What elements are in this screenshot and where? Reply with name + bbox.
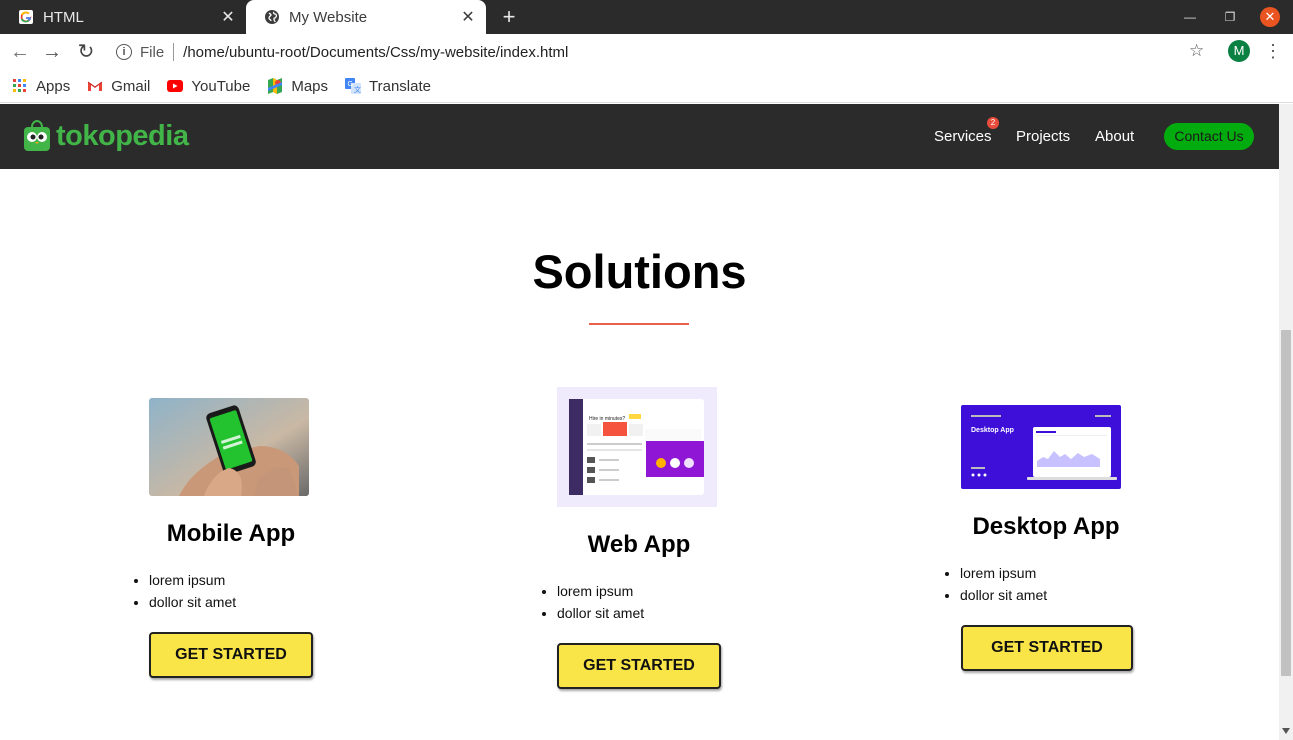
close-tab-icon[interactable]: ✕ bbox=[220, 9, 236, 26]
svg-text:G: G bbox=[348, 81, 353, 88]
youtube-icon bbox=[167, 78, 184, 94]
apps-grid-icon bbox=[12, 78, 28, 94]
tab-title: HTML bbox=[43, 8, 84, 26]
card-bullet: dollor sit amet bbox=[149, 591, 236, 613]
card-bullets: lorem ipsum dollor sit amet bbox=[942, 562, 1047, 606]
card-title: Desktop App bbox=[972, 513, 1120, 540]
card-bullet: lorem ipsum bbox=[557, 580, 644, 602]
restore-icon[interactable]: ❐ bbox=[1220, 7, 1240, 27]
minimize-icon[interactable]: — bbox=[1180, 7, 1200, 27]
brand-name: tokopedia bbox=[56, 119, 189, 152]
card-bullet: dollor sit amet bbox=[557, 602, 644, 624]
svg-text:文: 文 bbox=[354, 85, 361, 94]
info-icon[interactable]: i bbox=[116, 44, 132, 60]
window-close-icon[interactable]: ✕ bbox=[1260, 7, 1280, 27]
desktop-thumb-heading: Desktop App bbox=[971, 427, 1014, 434]
site-navbar: tokopedia Services 2 Projects About Cont… bbox=[0, 104, 1279, 169]
card-bullets: lorem ipsum dollor sit amet bbox=[131, 569, 236, 613]
card-title: Web App bbox=[587, 531, 691, 558]
bookmark-label: Gmail bbox=[111, 77, 151, 95]
get-started-button[interactable]: GET STARTED bbox=[149, 632, 313, 678]
bookmark-translate[interactable]: G文 Translate bbox=[345, 78, 431, 95]
tab-strip: HTML ✕ My Website ✕ + — ❐ ✕ bbox=[0, 0, 1293, 34]
gmail-icon bbox=[87, 78, 103, 94]
scroll-down-arrow-icon[interactable] bbox=[1282, 728, 1290, 734]
close-tab-icon[interactable]: ✕ bbox=[460, 9, 476, 26]
address-url[interactable]: /home/ubuntu-root/Documents/Css/my-websi… bbox=[183, 44, 568, 61]
card-title: Mobile App bbox=[166, 520, 296, 547]
maps-icon bbox=[267, 78, 283, 94]
address-scheme: File bbox=[140, 43, 165, 61]
bookmark-label: Maps bbox=[291, 77, 329, 95]
section-title: Solutions bbox=[532, 245, 747, 298]
translate-icon: G文 bbox=[345, 78, 362, 94]
bookmark-gmail[interactable]: Gmail bbox=[87, 78, 150, 95]
reload-icon[interactable]: ↻ bbox=[74, 40, 98, 64]
nav-about[interactable]: About bbox=[1095, 128, 1134, 145]
browser-toolbar: ← → ↻ i File /home/ubuntu-root/Documents… bbox=[0, 34, 1293, 70]
bookmark-maps[interactable]: Maps bbox=[267, 78, 328, 95]
web-app-image: Hire in minutes? bbox=[557, 387, 717, 507]
web-page: tokopedia Services 2 Projects About Cont… bbox=[0, 104, 1279, 740]
google-g-icon bbox=[18, 9, 34, 25]
mobile-app-image bbox=[149, 398, 309, 496]
card-bullets: lorem ipsum dollor sit amet bbox=[539, 580, 644, 624]
bookmarks-bar: Apps Gmail YouTube Maps G文 Translate bbox=[0, 70, 1293, 103]
desktop-app-image: Desktop App bbox=[961, 405, 1121, 489]
address-bar[interactable]: i File /home/ubuntu-root/Documents/Css/m… bbox=[104, 38, 1220, 66]
bookmark-youtube[interactable]: YouTube bbox=[167, 78, 250, 95]
back-icon[interactable]: ← bbox=[8, 40, 32, 64]
bookmark-star-icon[interactable]: ☆ bbox=[1189, 41, 1204, 61]
globe-icon bbox=[264, 9, 280, 25]
bookmark-label: Translate bbox=[369, 77, 431, 95]
contact-us-button[interactable]: Contact Us bbox=[1164, 123, 1254, 150]
tab-my-website[interactable]: My Website ✕ bbox=[246, 0, 486, 34]
forward-icon[interactable]: → bbox=[40, 40, 64, 64]
card-bullet: dollor sit amet bbox=[960, 584, 1047, 606]
bookmark-label: Apps bbox=[36, 77, 71, 95]
new-tab-icon[interactable]: + bbox=[498, 6, 520, 28]
tokopedia-owl-icon bbox=[24, 120, 50, 151]
brand-logo[interactable]: tokopedia bbox=[23, 118, 189, 154]
scrollbar-thumb[interactable] bbox=[1281, 330, 1291, 676]
address-separator bbox=[173, 43, 175, 61]
vertical-scrollbar[interactable] bbox=[1279, 104, 1293, 740]
web-thumb-heading: Hire in minutes? bbox=[589, 416, 625, 422]
tab-html[interactable]: HTML ✕ bbox=[0, 0, 246, 34]
bookmark-apps[interactable]: Apps bbox=[12, 78, 70, 95]
card-bullet: lorem ipsum bbox=[960, 562, 1047, 584]
services-badge: 2 bbox=[987, 117, 999, 129]
bookmark-label: YouTube bbox=[191, 77, 251, 95]
tab-title: My Website bbox=[289, 8, 368, 26]
get-started-button[interactable]: GET STARTED bbox=[557, 643, 721, 689]
nav-services[interactable]: Services bbox=[934, 128, 992, 145]
card-bullet: lorem ipsum bbox=[149, 569, 236, 591]
menu-kebab-icon[interactable]: ⋮ bbox=[1264, 40, 1282, 62]
nav-projects[interactable]: Projects bbox=[1016, 128, 1070, 145]
profile-avatar[interactable]: M bbox=[1228, 40, 1250, 62]
get-started-button[interactable]: GET STARTED bbox=[961, 625, 1133, 671]
title-underline bbox=[589, 323, 689, 325]
